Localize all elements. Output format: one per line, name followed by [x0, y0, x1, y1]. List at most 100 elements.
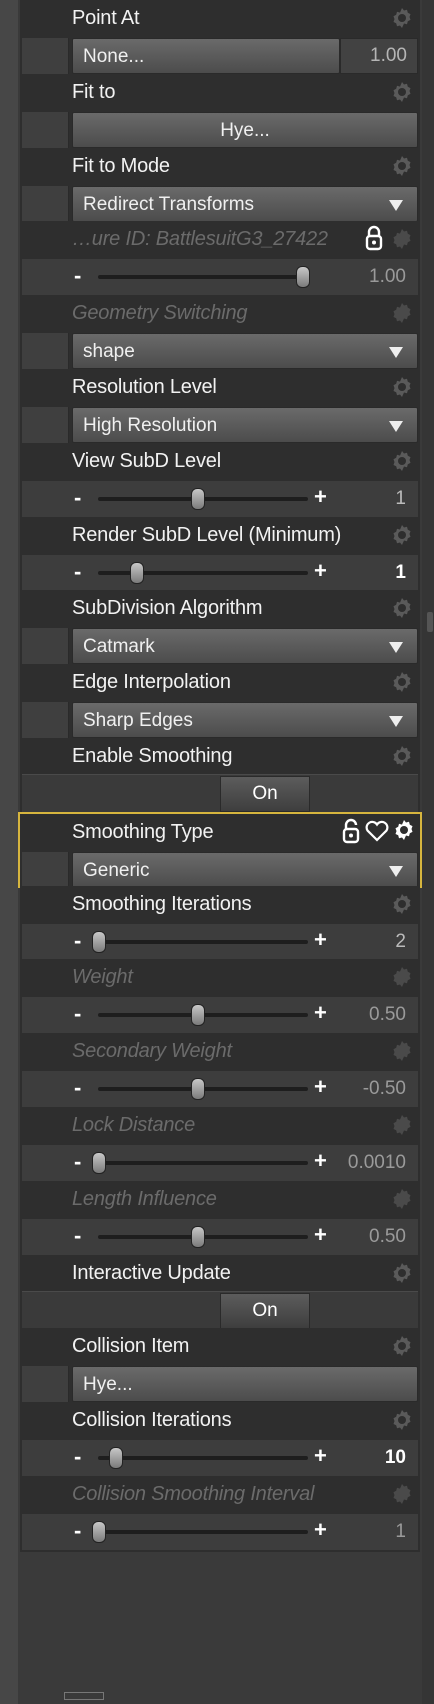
slider-knob[interactable]: [108, 1447, 123, 1469]
gear-icon[interactable]: [390, 1113, 414, 1137]
property-lock-distance: Lock Distance - + 0.0010: [20, 1107, 420, 1183]
gear-icon[interactable]: [390, 1187, 414, 1211]
left-gutter: [0, 0, 18, 1704]
increment-button[interactable]: +: [314, 927, 327, 953]
decrement-button[interactable]: -: [74, 1075, 81, 1101]
slider-track[interactable]: [98, 266, 310, 288]
gear-icon[interactable]: [390, 1482, 414, 1506]
gear-icon[interactable]: [390, 1408, 414, 1432]
dropdown-select[interactable]: High Resolution: [72, 407, 418, 443]
dropdown-select[interactable]: Redirect Transforms: [72, 186, 418, 222]
chevron-down-icon: [389, 347, 403, 358]
lock-icon[interactable]: [340, 818, 362, 844]
slider-track[interactable]: [92, 1521, 308, 1543]
increment-button[interactable]: +: [314, 1222, 327, 1248]
gear-icon[interactable]: [390, 375, 414, 399]
decrement-button[interactable]: -: [74, 485, 81, 511]
decrement-button[interactable]: -: [74, 1001, 81, 1027]
slider-track[interactable]: [98, 562, 308, 584]
gear-icon[interactable]: [390, 1261, 414, 1285]
slider-track[interactable]: [98, 1078, 308, 1100]
property-smoothing-type: Smoothing Type Generic: [18, 812, 422, 888]
gear-icon[interactable]: [390, 965, 414, 989]
slider-knob[interactable]: [92, 1521, 106, 1543]
scrollbar[interactable]: [422, 0, 434, 1704]
decrement-button[interactable]: -: [74, 1223, 81, 1249]
increment-button[interactable]: +: [314, 1148, 327, 1174]
toggle-button[interactable]: On: [220, 776, 310, 812]
gear-icon[interactable]: [390, 523, 414, 547]
slider-track[interactable]: [92, 1152, 308, 1174]
gear-icon[interactable]: [392, 818, 416, 842]
slider-value[interactable]: 0.50: [369, 1004, 406, 1026]
slider-row: - + 0.50: [22, 1219, 418, 1255]
property-label: Resolution Level: [72, 376, 217, 398]
decrement-button[interactable]: -: [74, 1444, 81, 1470]
slider-track[interactable]: [98, 488, 308, 510]
gear-icon[interactable]: [390, 301, 414, 325]
slider-knob[interactable]: [92, 931, 106, 953]
dropdown-select[interactable]: Sharp Edges: [72, 702, 418, 738]
gear-icon[interactable]: [390, 596, 414, 620]
increment-button[interactable]: +: [314, 1443, 327, 1469]
property-button[interactable]: None...: [72, 38, 340, 74]
slider-knob[interactable]: [295, 266, 310, 288]
heart-icon[interactable]: [364, 820, 390, 842]
decrement-button[interactable]: -: [74, 1518, 81, 1544]
property-collision-smoothing-interval: Collision Smoothing Interval - + 1: [20, 1476, 420, 1552]
slider-value[interactable]: 1.00: [369, 266, 406, 288]
slider-knob[interactable]: [190, 1004, 205, 1026]
gear-icon[interactable]: [390, 6, 414, 30]
slider-value[interactable]: 2: [395, 931, 406, 953]
property-label: Render SubD Level (Minimum): [72, 524, 342, 546]
slider-knob[interactable]: [190, 1078, 205, 1100]
slider-knob[interactable]: [190, 1226, 205, 1248]
lock-icon[interactable]: [363, 225, 385, 251]
slider-value[interactable]: 0.0010: [348, 1152, 406, 1174]
number-field[interactable]: 1.00: [340, 38, 418, 74]
increment-button[interactable]: +: [314, 558, 327, 584]
scrollbar-thumb[interactable]: [427, 612, 433, 632]
gear-icon[interactable]: [390, 892, 414, 916]
gear-icon[interactable]: [390, 670, 414, 694]
increment-button[interactable]: +: [314, 1517, 327, 1543]
slider-row: - + 0.50: [22, 997, 418, 1033]
slider-knob[interactable]: [129, 562, 144, 584]
resize-grip[interactable]: [64, 1692, 104, 1700]
gear-icon[interactable]: [390, 744, 414, 768]
decrement-button[interactable]: -: [74, 263, 81, 289]
gear-icon[interactable]: [390, 154, 414, 178]
decrement-button[interactable]: -: [74, 928, 81, 954]
gear-icon[interactable]: [390, 1039, 414, 1063]
slider-value[interactable]: 0.50: [369, 1226, 406, 1248]
slider-value[interactable]: 1: [395, 562, 406, 584]
slider-value[interactable]: 1: [395, 1521, 406, 1543]
dropdown-select[interactable]: shape: [72, 333, 418, 369]
gear-icon[interactable]: [390, 1334, 414, 1358]
increment-button[interactable]: +: [314, 1074, 327, 1100]
slider-knob[interactable]: [92, 1152, 106, 1174]
slider-value[interactable]: 1: [395, 488, 406, 510]
button-label: Hye...: [220, 120, 270, 141]
property-label: Point At: [72, 7, 140, 29]
slider-value[interactable]: 10: [385, 1447, 406, 1469]
gear-icon[interactable]: [390, 227, 414, 251]
decrement-button[interactable]: -: [74, 559, 81, 585]
slider-value[interactable]: -0.50: [363, 1078, 406, 1100]
slider-knob[interactable]: [190, 488, 205, 510]
gear-icon[interactable]: [390, 80, 414, 104]
slider-track[interactable]: [98, 1447, 308, 1469]
increment-button[interactable]: +: [314, 1000, 327, 1026]
dropdown-select[interactable]: Catmark: [72, 628, 418, 664]
node-picker-button[interactable]: Hye...: [72, 1366, 418, 1402]
slider-track[interactable]: [98, 1004, 308, 1026]
slider-track[interactable]: [98, 1226, 308, 1248]
decrement-button[interactable]: -: [74, 1149, 81, 1175]
toggle-button[interactable]: On: [220, 1293, 310, 1329]
property-handle: [22, 407, 69, 443]
increment-button[interactable]: +: [314, 484, 327, 510]
node-picker-button[interactable]: Hye...: [72, 112, 418, 148]
dropdown-select[interactable]: Generic: [72, 852, 418, 888]
slider-track[interactable]: [92, 931, 308, 953]
gear-icon[interactable]: [390, 449, 414, 473]
